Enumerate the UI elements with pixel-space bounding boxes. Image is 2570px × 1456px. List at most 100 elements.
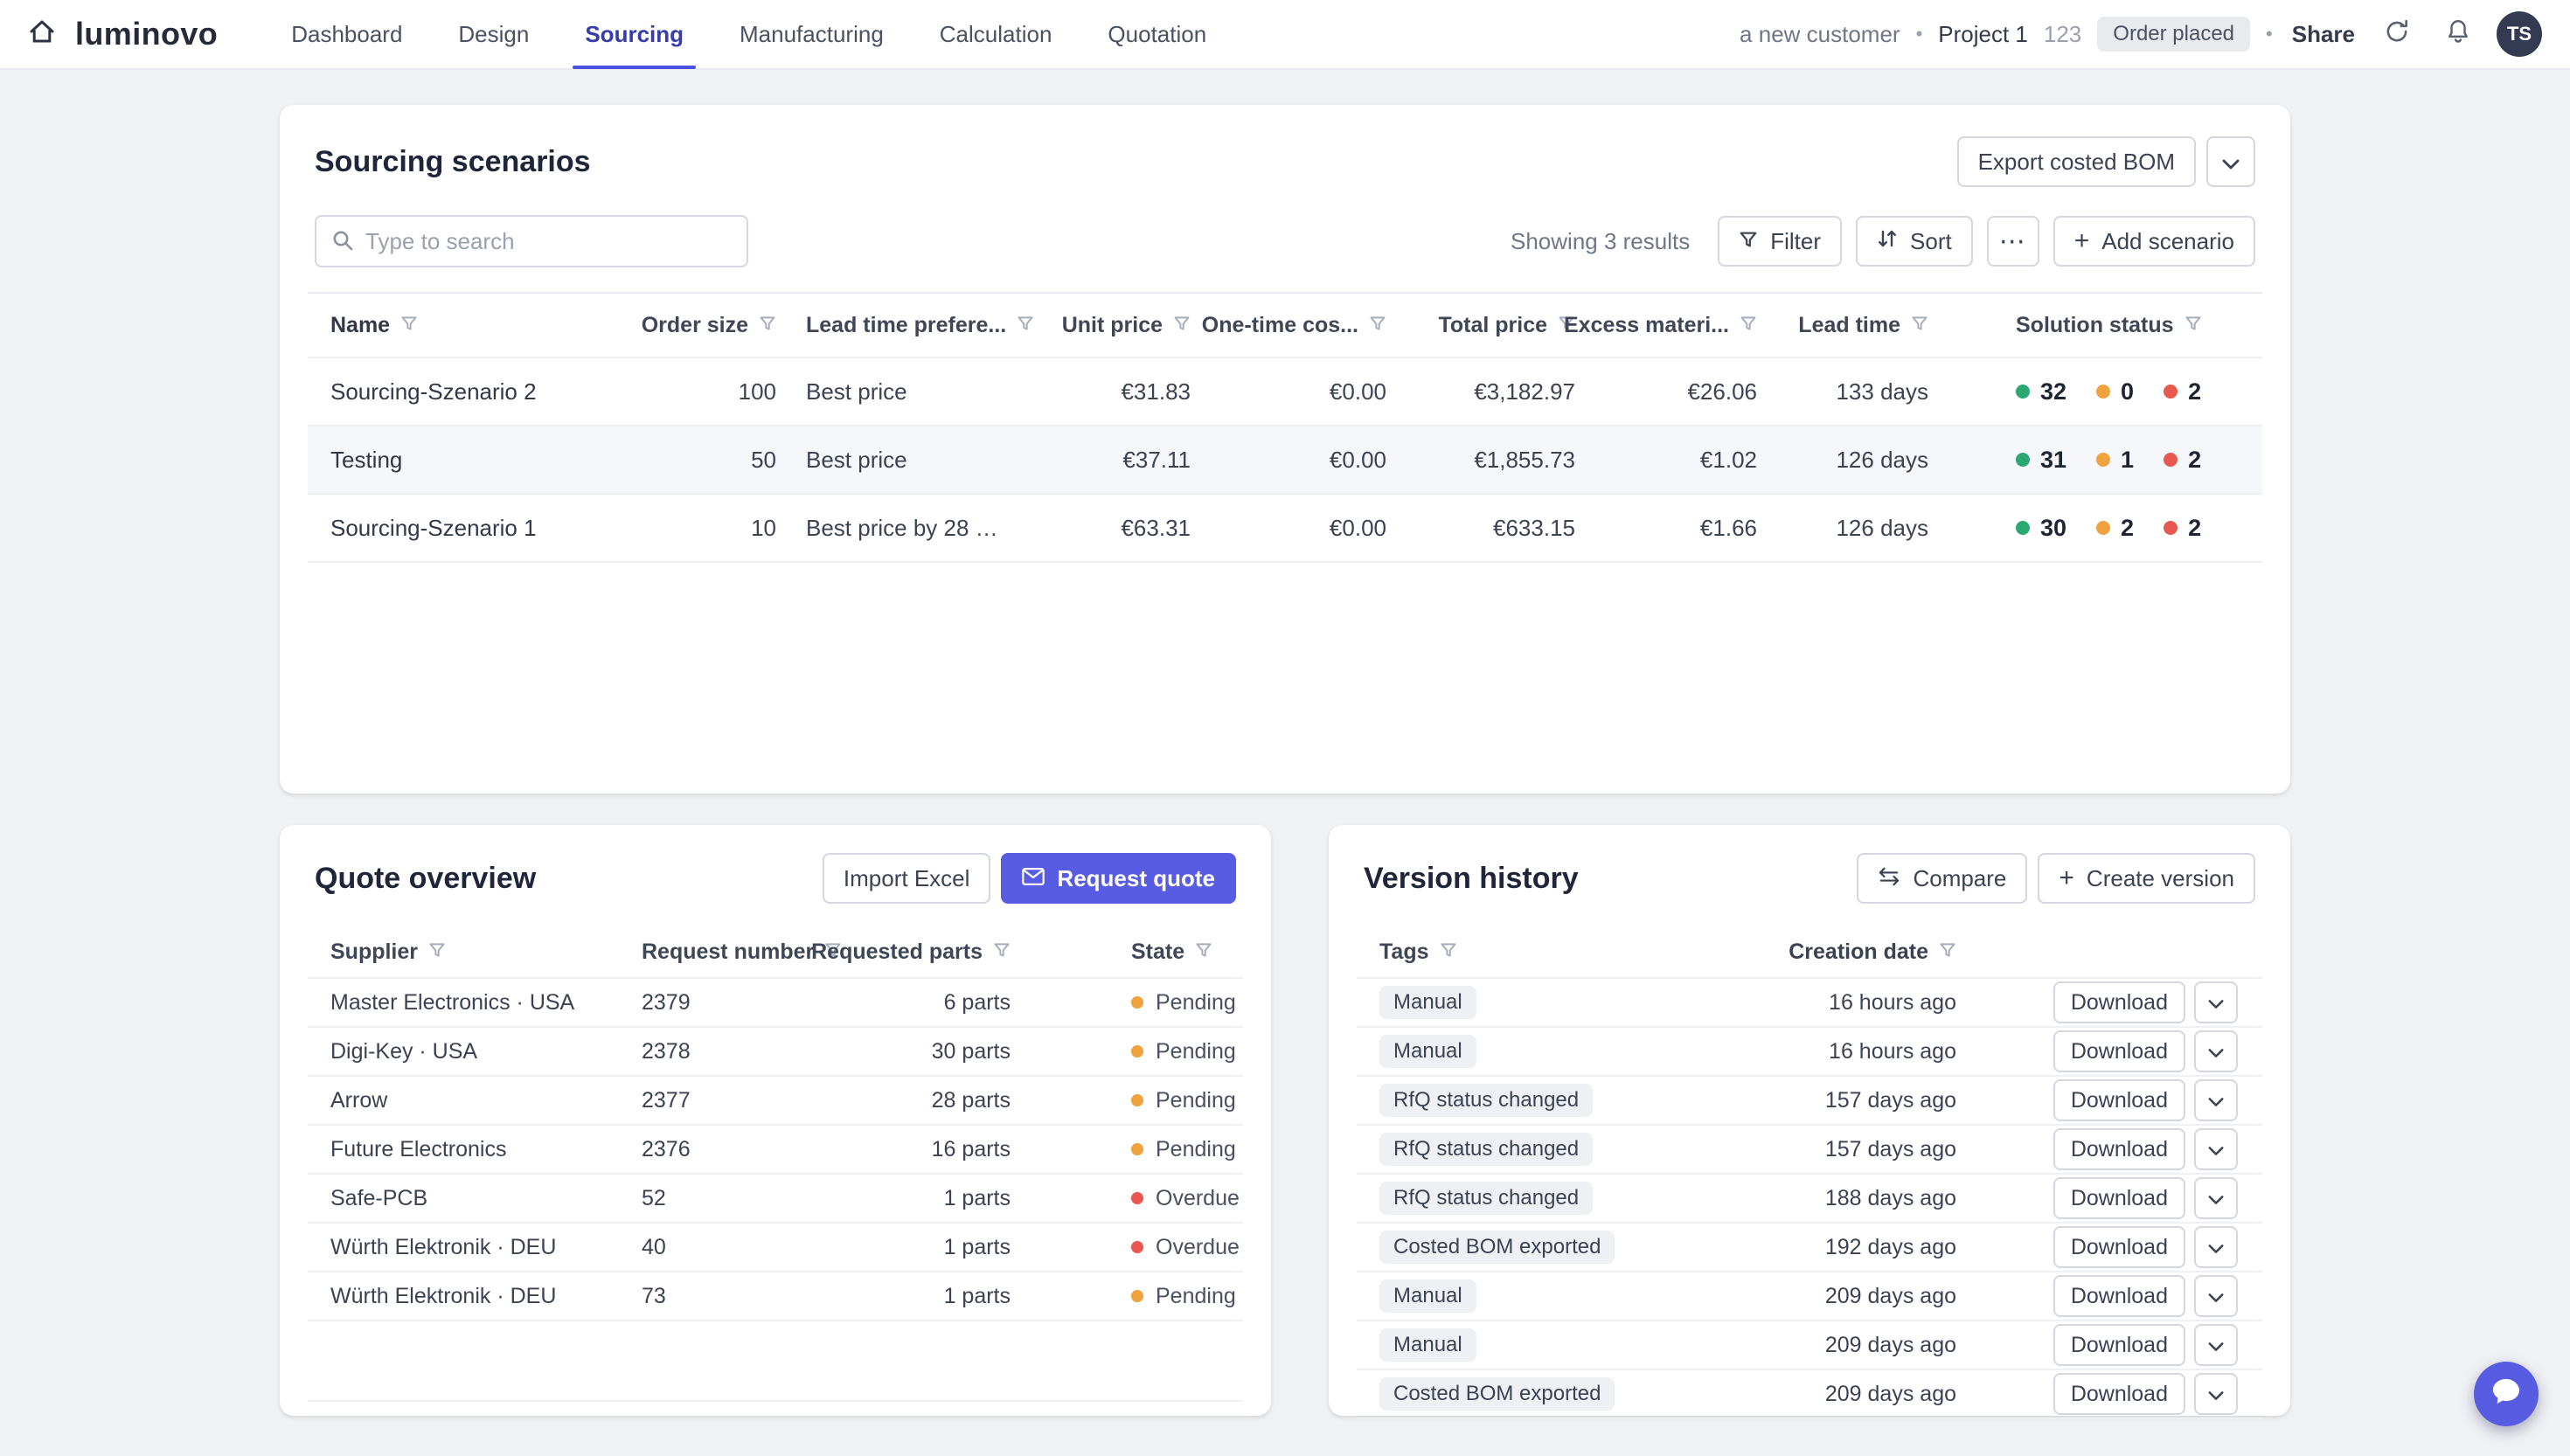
scenarios-table: Name Order size Lead time prefere... Uni… [308, 292, 2262, 563]
mail-icon [1022, 865, 1045, 892]
brand: luminovo [28, 16, 218, 52]
scenarios-toolbar: Showing 3 results Filter Sort ⋯ + Add sc… [308, 215, 2262, 267]
table-row[interactable]: Master Electronics · USA 2379 6 parts Pe… [308, 979, 1243, 1028]
chat-launcher-button[interactable] [2474, 1362, 2539, 1426]
table-row[interactable]: RfQ status changed 157 days ago Download [1357, 1126, 2262, 1175]
download-options-button[interactable] [2194, 1324, 2238, 1366]
nav-item-dashboard[interactable]: Dashboard [263, 0, 430, 69]
main-nav: Dashboard Design Sourcing Manufacturing … [263, 0, 1234, 69]
download-button[interactable]: Download [2053, 1030, 2185, 1072]
column-filter-icon[interactable] [1369, 313, 1386, 338]
search-icon [332, 225, 353, 258]
column-filter-icon[interactable] [400, 313, 418, 338]
status-warning-dot [2096, 385, 2110, 399]
table-row[interactable]: Future Electronics 2376 16 parts Pending [308, 1126, 1243, 1175]
request-quote-button[interactable]: Request quote [1001, 853, 1236, 904]
scenario-search[interactable] [315, 215, 748, 267]
filter-button[interactable]: Filter [1718, 216, 1842, 267]
create-version-button[interactable]: + Create version [2038, 853, 2255, 904]
status-ok-dot [2016, 385, 2030, 399]
download-options-button[interactable] [2194, 981, 2238, 1023]
download-button[interactable]: Download [2053, 1373, 2185, 1415]
table-row[interactable]: Manual 209 days ago Download [1357, 1272, 2262, 1321]
download-button[interactable]: Download [2053, 1079, 2185, 1121]
compare-arrows-icon [1878, 865, 1900, 892]
scenarios-table-header: Name Order size Lead time prefere... Uni… [308, 292, 2262, 358]
state-pending-dot [1131, 996, 1143, 1009]
download-options-button[interactable] [2194, 1177, 2238, 1219]
status-error-dot [2164, 521, 2178, 535]
column-filter-icon[interactable] [1173, 313, 1191, 338]
table-row[interactable]: Manual 16 hours ago Download [1357, 979, 2262, 1028]
chevron-down-icon [2208, 1137, 2224, 1162]
table-row[interactable]: Digi-Key · USA 2378 30 parts Pending [308, 1028, 1243, 1077]
table-row[interactable]: RfQ status changed 188 days ago Download [1357, 1175, 2262, 1224]
table-row[interactable]: Costed BOM exported 209 days ago Downloa… [1357, 1370, 2262, 1419]
column-filter-icon[interactable] [993, 939, 1011, 965]
tag-badge: RfQ status changed [1379, 1182, 1593, 1215]
table-row[interactable]: Würth Elektronik · DEU 73 1 parts Pendin… [308, 1272, 1243, 1321]
column-filter-icon[interactable] [1740, 313, 1757, 338]
nav-item-quotation[interactable]: Quotation [1080, 0, 1234, 69]
table-row[interactable]: Testing 50 Best price €37.11 €0.00 €1,85… [308, 426, 2262, 495]
state-pending-dot [1131, 1094, 1143, 1106]
download-options-button[interactable] [2194, 1030, 2238, 1072]
export-costed-bom-button[interactable]: Export costed BOM [1957, 136, 2196, 187]
download-options-button[interactable] [2194, 1275, 2238, 1317]
search-input[interactable] [365, 228, 731, 255]
quotes-table: Supplier Request number Requested parts … [308, 926, 1243, 1402]
status-error-dot [2164, 453, 2178, 467]
state-pending-dot [1131, 1290, 1143, 1302]
column-filter-icon[interactable] [759, 313, 776, 338]
download-button[interactable]: Download [2053, 1177, 2185, 1219]
sort-button[interactable]: Sort [1856, 216, 1973, 267]
column-filter-icon[interactable] [1195, 939, 1212, 965]
tag-badge: Costed BOM exported [1379, 1231, 1615, 1264]
nav-item-design[interactable]: Design [430, 0, 557, 69]
export-options-button[interactable] [2206, 136, 2255, 187]
column-filter-icon[interactable] [1939, 939, 1956, 965]
download-button[interactable]: Download [2053, 1324, 2185, 1366]
table-row[interactable]: Sourcing-Szenario 2 100 Best price €31.8… [308, 358, 2262, 426]
download-button[interactable]: Download [2053, 981, 2185, 1023]
share-button[interactable]: Share [2289, 21, 2358, 48]
table-row[interactable]: Manual 16 hours ago Download [1357, 1028, 2262, 1077]
table-row[interactable]: Würth Elektronik · DEU 40 1 parts Overdu… [308, 1224, 1243, 1272]
user-avatar[interactable]: TS [2497, 11, 2542, 57]
table-row[interactable]: Manual 209 days ago Download [1357, 1321, 2262, 1370]
download-options-button[interactable] [2194, 1226, 2238, 1268]
column-filter-icon[interactable] [2184, 313, 2202, 338]
table-row[interactable]: Arrow 2377 28 parts Pending [308, 1077, 1243, 1126]
chevron-down-icon [2208, 1039, 2224, 1064]
nav-item-calculation[interactable]: Calculation [912, 0, 1080, 69]
download-options-button[interactable] [2194, 1128, 2238, 1170]
notifications-button[interactable] [2435, 11, 2481, 57]
home-button[interactable] [28, 18, 56, 51]
sync-button[interactable] [2374, 11, 2420, 57]
table-row[interactable]: Sourcing-Szenario 1 10 Best price by 28 … [308, 495, 2262, 563]
table-row[interactable]: Costed BOM exported 192 days ago Downloa… [1357, 1224, 2262, 1272]
column-filter-icon[interactable] [1911, 313, 1928, 338]
download-options-button[interactable] [2194, 1373, 2238, 1415]
status-error-dot [2164, 385, 2178, 399]
column-filter-icon[interactable] [1440, 939, 1457, 965]
chevron-down-icon [2208, 1235, 2224, 1260]
chevron-down-icon [2208, 1284, 2224, 1309]
download-button[interactable]: Download [2053, 1226, 2185, 1268]
chevron-down-icon [2208, 1186, 2224, 1211]
download-options-button[interactable] [2194, 1079, 2238, 1121]
column-filter-icon[interactable] [428, 939, 446, 965]
download-button[interactable]: Download [2053, 1275, 2185, 1317]
top-navigation-bar: luminovo Dashboard Design Sourcing Manuf… [0, 0, 2570, 70]
compare-button[interactable]: Compare [1857, 853, 2027, 904]
table-row[interactable]: Safe-PCB 52 1 parts Overdue [308, 1175, 1243, 1224]
import-excel-button[interactable]: Import Excel [823, 853, 991, 904]
version-history-title: Version history [1364, 862, 1579, 896]
topbar-right: a new customer • Project 1 123 Order pla… [1740, 11, 2542, 57]
nav-item-sourcing[interactable]: Sourcing [557, 0, 712, 69]
nav-item-manufacturing[interactable]: Manufacturing [712, 0, 912, 69]
table-row[interactable]: RfQ status changed 157 days ago Download [1357, 1077, 2262, 1126]
download-button[interactable]: Download [2053, 1128, 2185, 1170]
add-scenario-button[interactable]: + Add scenario [2053, 216, 2255, 267]
more-options-button[interactable]: ⋯ [1987, 216, 2039, 267]
